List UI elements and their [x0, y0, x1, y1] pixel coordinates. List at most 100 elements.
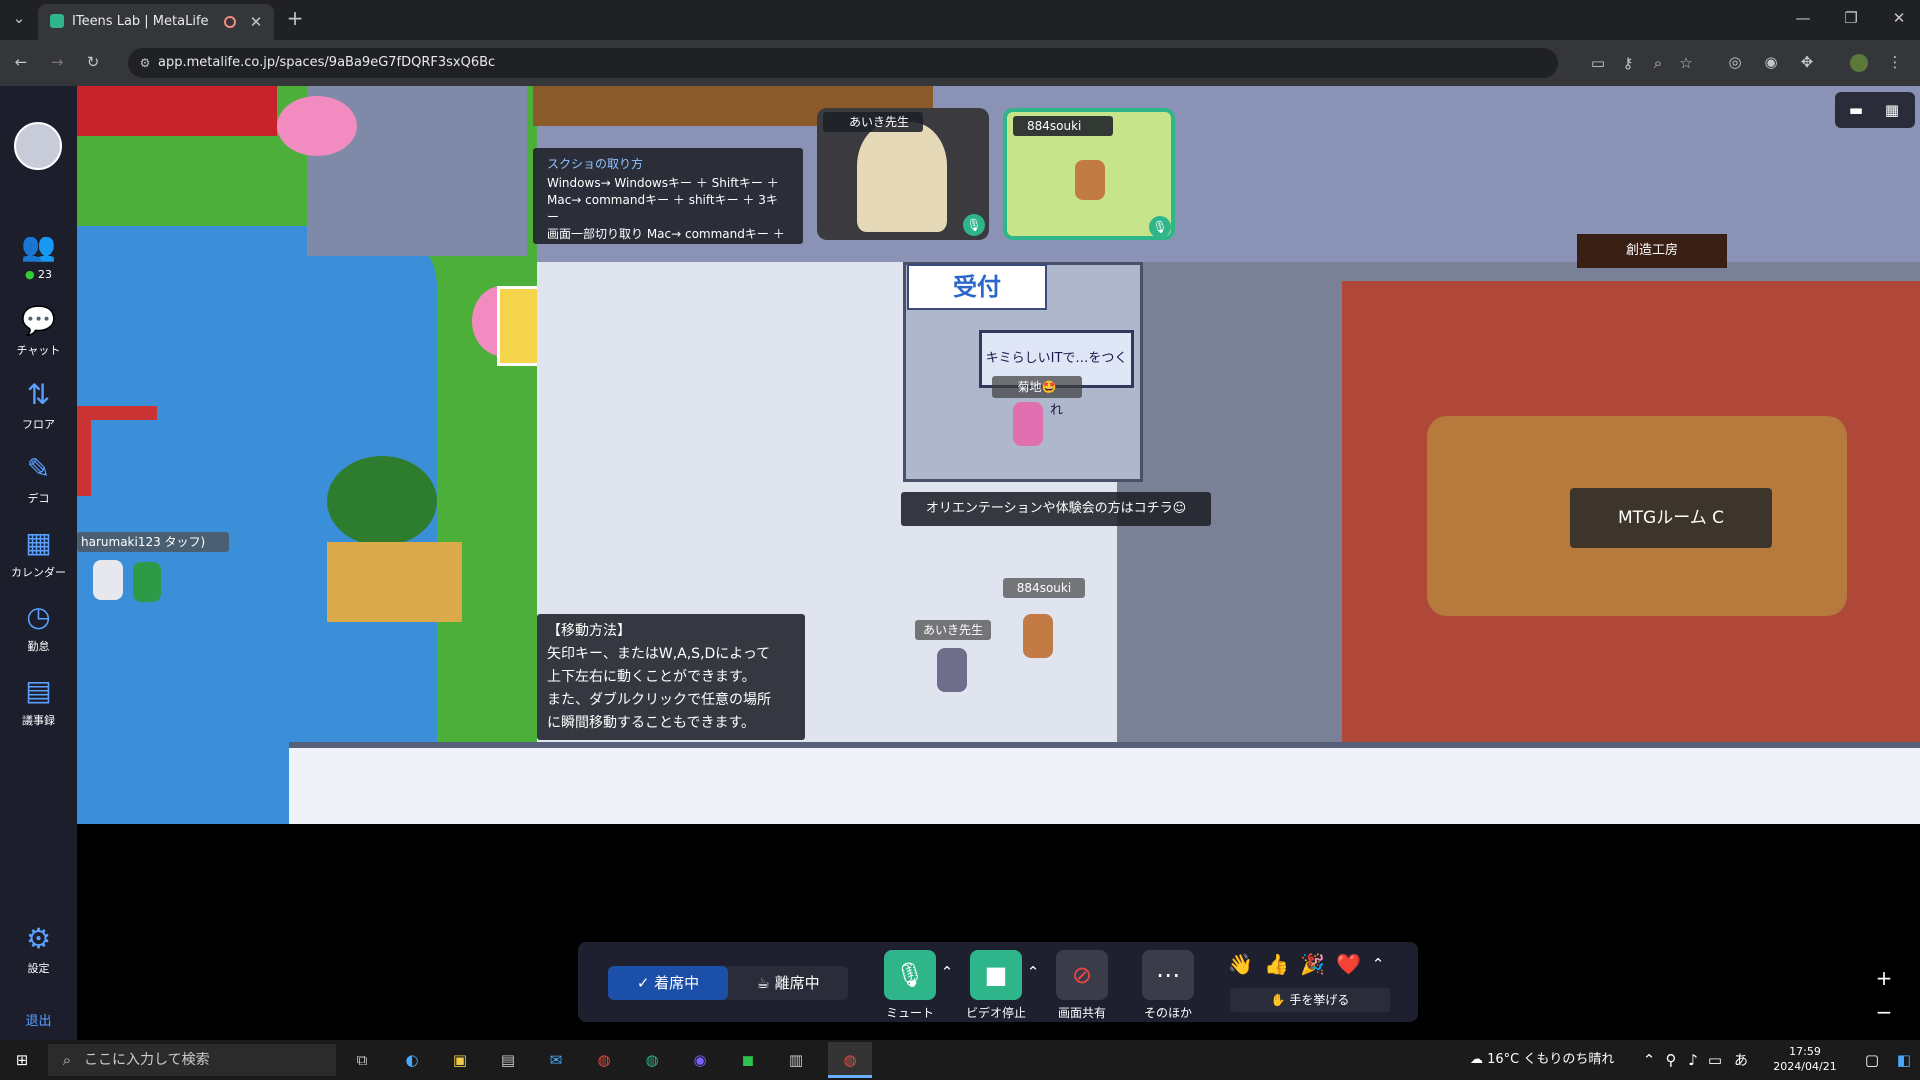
reactions-chevron-icon[interactable]: ⌃	[1370, 954, 1386, 974]
room-label[interactable]: MTGルーム C	[1570, 488, 1772, 548]
omnibox[interactable]: ⚙ app.metalife.co.jp/spaces/9aBa9eG7fDQR…	[128, 48, 1693, 78]
space-map[interactable]: 創造工房 MTGルーム C 受付 キミらしいITで…をつくれ オリエンテーション…	[77, 86, 1920, 824]
sidebar-item-attendance[interactable]: ◷ 勤怠	[0, 600, 77, 654]
browser-menu-icon[interactable]: ⋮	[1884, 52, 1906, 72]
task-view-icon[interactable]: ⧉	[350, 1050, 374, 1070]
discord-icon[interactable]: ◉	[688, 1050, 712, 1070]
leave-button[interactable]: 退出	[0, 1010, 77, 1029]
video-tile[interactable]: あいき先生 🎙	[817, 108, 989, 240]
video-tile[interactable]: 884souki 🎙	[1003, 108, 1175, 240]
sidebar-item-members[interactable]: 👥 ● 23	[0, 230, 77, 281]
more-button[interactable]: ⋯	[1142, 950, 1194, 1000]
chrome-icon[interactable]: ◍	[592, 1050, 616, 1070]
zoom-icon[interactable]: ⌕	[1648, 53, 1668, 73]
grid-view-icon[interactable]: ▦	[1877, 100, 1907, 120]
mic-options-chevron-icon[interactable]: ⌃	[940, 962, 954, 982]
notifications-icon[interactable]: ▢	[1862, 1050, 1882, 1070]
reload-icon[interactable]: ↻	[82, 52, 104, 72]
app-icon[interactable]: ◍	[640, 1050, 664, 1070]
extension-icon[interactable]: ◎	[1724, 52, 1746, 72]
site-info-icon[interactable]: ⚙	[136, 53, 154, 73]
avatar-label: 菊地🤩	[992, 376, 1082, 398]
line-icon[interactable]: ◼	[736, 1050, 760, 1070]
sidebar-item-floor[interactable]: ⇅ フロア	[0, 378, 77, 432]
recording-icon	[224, 16, 236, 28]
forward-icon[interactable]: →	[46, 52, 68, 72]
profile-avatar[interactable]	[1850, 54, 1868, 72]
user-avatar[interactable]	[14, 122, 62, 170]
orientation-banner[interactable]: オリエンテーションや体験会の方はコチラ☺	[901, 492, 1211, 526]
mail-icon[interactable]: ✉	[544, 1050, 568, 1070]
app-tray-icon[interactable]: ◧	[1894, 1050, 1914, 1070]
video-tile-name: 884souki	[1013, 116, 1113, 136]
edge-icon[interactable]: ◐	[400, 1050, 424, 1070]
network-icon[interactable]: ⚲	[1662, 1050, 1680, 1070]
url-text[interactable]: app.metalife.co.jp/spaces/9aBa9eG7fDQRF3…	[158, 55, 495, 70]
chat-icon: 💬	[21, 304, 56, 337]
avatar[interactable]	[133, 562, 161, 602]
avatar[interactable]	[1013, 402, 1043, 446]
new-tab-icon[interactable]: +	[284, 8, 306, 28]
media-icon[interactable]: ▥	[784, 1050, 808, 1070]
wave-reaction-button[interactable]: 👋	[1228, 952, 1253, 976]
taskbar-search-box[interactable]: ⌕ ここに入力して検索	[48, 1044, 336, 1076]
avatar[interactable]	[1023, 614, 1053, 658]
mic-icon: 🎙	[894, 961, 926, 989]
ime-indicator[interactable]: あ	[1734, 1050, 1754, 1070]
sidebar-item-minutes[interactable]: ▤ 議事録	[0, 674, 77, 728]
tray-chevron-icon[interactable]: ⌃	[1640, 1050, 1658, 1070]
sidebar-item-calendar[interactable]: ▦ カレンダー	[0, 526, 77, 580]
display-icon[interactable]: ▭	[1706, 1050, 1724, 1070]
heart-reaction-button[interactable]: ❤️	[1336, 952, 1361, 976]
store-icon[interactable]: ▤	[496, 1050, 520, 1070]
file-explorer-icon[interactable]: ▣	[448, 1050, 472, 1070]
camera-indicator-icon[interactable]: ▭	[1588, 53, 1608, 73]
sidebar-item-settings[interactable]: ⚙ 設定	[0, 922, 77, 976]
tab-close-icon[interactable]: ✕	[246, 12, 266, 32]
site-favicon-icon	[50, 14, 64, 28]
sidebar-item-chat[interactable]: 💬 チャット	[0, 304, 77, 358]
restore-icon[interactable]: ❐	[1840, 8, 1862, 28]
presence-toggle: ✓ 着席中 ☕ 離席中	[608, 966, 848, 1000]
screenshot-icon[interactable]: ◉	[1760, 52, 1782, 72]
screen-share-off-icon: ⊘	[1071, 961, 1093, 989]
help-line: 上下左右に動くことができます。	[547, 669, 756, 685]
room-sign: 創造工房	[1577, 234, 1727, 268]
bookmark-star-icon[interactable]: ☆	[1676, 53, 1696, 73]
minimize-icon[interactable]: —	[1792, 8, 1814, 28]
screen-share-button[interactable]: ⊘	[1056, 950, 1108, 1000]
back-icon[interactable]: ←	[10, 52, 32, 72]
cloud-icon: ☁	[1470, 1052, 1483, 1067]
sidebar-item-deco[interactable]: ✎ デコ	[0, 452, 77, 506]
gear-icon: ⚙	[25, 922, 52, 955]
filmstrip-view-icon[interactable]: ▬	[1841, 100, 1871, 120]
avatar[interactable]	[937, 648, 967, 692]
thumbs-up-reaction-button[interactable]: 👍	[1264, 952, 1289, 976]
clock-icon: ◷	[26, 600, 51, 633]
chrome-active-taskbar-item[interactable]: ◍	[828, 1042, 872, 1078]
party-reaction-button[interactable]: 🎉	[1300, 952, 1325, 976]
zoom-out-button[interactable]: −	[1872, 1002, 1896, 1022]
zoom-in-button[interactable]: +	[1872, 968, 1896, 988]
view-toggle: ▬ ▦	[1835, 92, 1915, 128]
raise-hand-button[interactable]: ✋ 手を挙げる	[1230, 988, 1390, 1012]
tab-list-icon[interactable]: ⌄	[8, 8, 30, 30]
chrome-icon: ◍	[843, 1051, 857, 1069]
video-stop-button[interactable]: ■	[970, 950, 1022, 1000]
tip-line: Mac→ commandキー ＋ shiftキー ＋ 3キー	[547, 193, 778, 224]
key-icon[interactable]: ⚷	[1618, 53, 1638, 73]
mute-button[interactable]: 🎙	[884, 950, 936, 1000]
status-seated-button[interactable]: ✓ 着席中	[608, 966, 728, 1000]
sidebar-item-label: チャット	[16, 344, 61, 357]
clock[interactable]: 17:59 2024/04/21	[1760, 1044, 1850, 1076]
extensions-puzzle-icon[interactable]: ✥	[1796, 52, 1818, 72]
windows-start-icon[interactable]: ⊞	[10, 1050, 34, 1070]
weather-widget[interactable]: ☁ 16°C くもりのち晴れ	[1470, 1044, 1620, 1076]
status-away-button[interactable]: ☕ 離席中	[728, 966, 848, 1000]
avatar[interactable]	[93, 560, 123, 600]
video-options-chevron-icon[interactable]: ⌃	[1026, 962, 1040, 982]
volume-icon[interactable]: ♪	[1684, 1050, 1702, 1070]
window-close-icon[interactable]: ✕	[1888, 8, 1910, 28]
help-line: 矢印キー、またはW,A,S,Dによって	[547, 646, 771, 662]
browser-tab[interactable]: ITeens Lab | MetaLife ✕	[38, 4, 274, 40]
